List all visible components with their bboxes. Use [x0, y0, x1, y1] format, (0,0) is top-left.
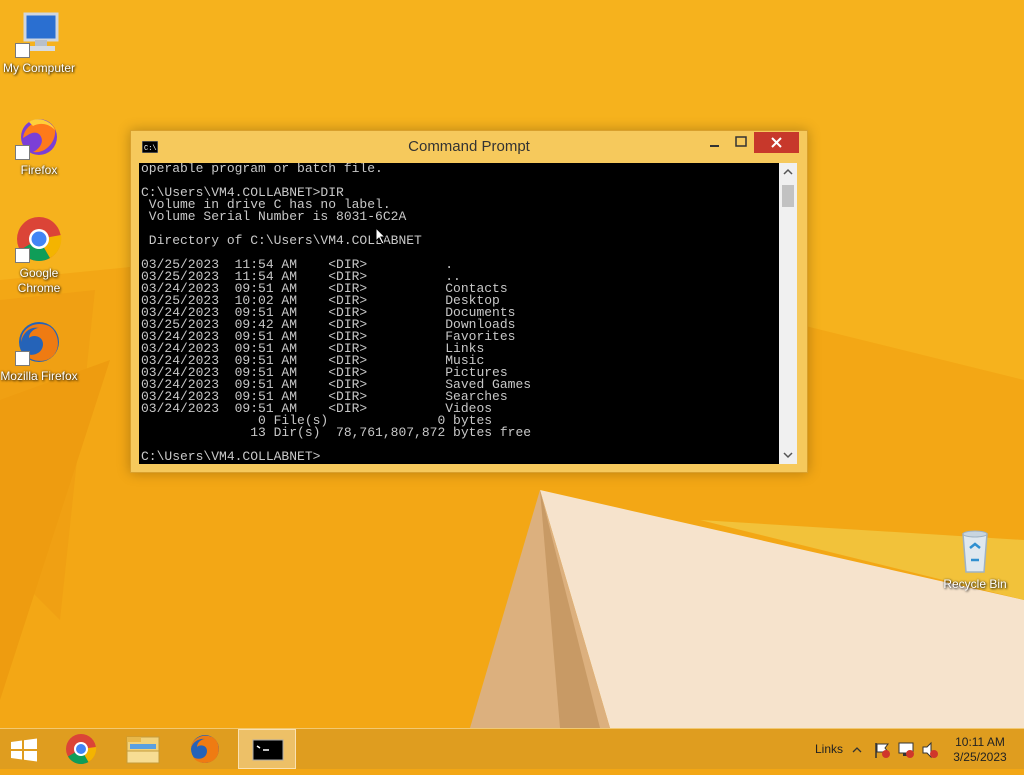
scroll-down-icon[interactable] [779, 446, 797, 464]
recycle-bin-icon [951, 526, 999, 574]
clock-time: 10:11 AM [955, 735, 1005, 749]
firefox-icon [15, 112, 63, 160]
window-titlebar[interactable]: C:\ Command Prompt [131, 131, 807, 163]
volume-muted-icon[interactable] [921, 741, 939, 759]
console-output[interactable]: operable program or batch file. C:\Users… [139, 163, 779, 464]
taskbar-clock[interactable]: 10:11 AM 3/25/2023 [946, 735, 1014, 765]
folder-icon [126, 736, 160, 764]
desktop-icon-recycle-bin[interactable]: Recycle Bin [936, 526, 1014, 592]
taskbar: Links 10:11 AM 3/25/2023 [0, 728, 1024, 769]
taskbar-file-explorer[interactable] [114, 729, 172, 769]
chrome-icon [66, 734, 97, 765]
desktop-icon-label: Firefox [20, 163, 58, 177]
show-hidden-icons-chevron-icon[interactable] [851, 745, 863, 755]
shortcut-arrow-icon [15, 145, 30, 160]
scrollbar-thumb[interactable] [782, 185, 794, 207]
close-button[interactable] [754, 132, 799, 153]
shortcut-arrow-icon [15, 43, 30, 58]
taskbar-firefox[interactable] [176, 729, 234, 769]
taskbar-command-prompt[interactable] [238, 729, 296, 769]
desktop-icon-mozilla-firefox[interactable]: Mozilla Firefox [0, 318, 78, 384]
clock-date: 3/25/2023 [953, 750, 1007, 764]
desktop-icon-google-chrome[interactable]: Google Chrome [0, 215, 78, 296]
scroll-up-icon[interactable] [779, 163, 797, 181]
firefox-icon [15, 318, 63, 366]
command-prompt-window[interactable]: C:\ Command Prompt operable program or b… [130, 130, 808, 473]
cmd-app-icon [252, 739, 284, 761]
console-scrollbar[interactable] [779, 163, 797, 464]
chrome-icon [15, 215, 63, 263]
close-icon [771, 137, 782, 148]
firefox-icon [191, 735, 219, 763]
mouse-cursor-icon [375, 227, 387, 245]
desktop-icon-label: Google Chrome [17, 266, 61, 295]
action-center-flag-icon[interactable] [873, 741, 891, 759]
desktop-icon-label: My Computer [2, 61, 76, 75]
desktop-icon-firefox[interactable]: Firefox [0, 112, 78, 178]
desktop-icon-label: Recycle Bin [943, 577, 1007, 591]
network-icon[interactable] [897, 741, 915, 759]
shortcut-arrow-icon [15, 248, 30, 263]
tray-links-toolbar[interactable]: Links [815, 742, 843, 756]
minimize-icon [710, 145, 719, 147]
start-button[interactable] [0, 729, 58, 769]
taskbar-chrome[interactable] [52, 729, 110, 769]
maximize-button[interactable] [728, 132, 755, 153]
computer-icon [15, 10, 63, 58]
shortcut-arrow-icon [15, 351, 30, 366]
desktop-icon-label: Mozilla Firefox [0, 369, 78, 383]
windows-logo-icon [11, 738, 37, 762]
desktop-icon-my-computer[interactable]: My Computer [0, 10, 78, 76]
minimize-button[interactable] [701, 132, 728, 153]
console-text: operable program or batch file. C:\Users… [141, 163, 532, 464]
maximize-icon [735, 136, 747, 147]
